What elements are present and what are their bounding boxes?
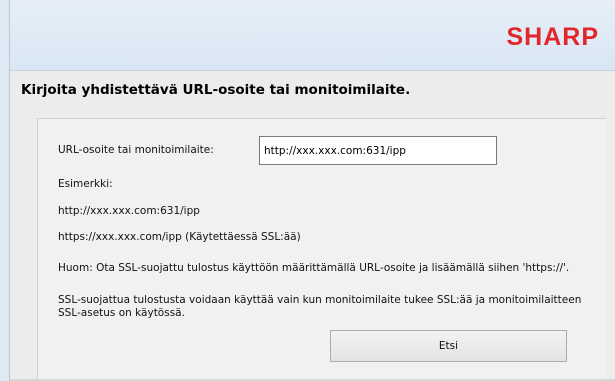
url-label: URL-osoite tai monitoimilaite: [58,144,214,156]
sharp-logo: SHARP [506,23,599,51]
url-input[interactable] [259,136,497,165]
example-url-2: https://xxx.xxx.com/ipp (Käytettäessä SS… [58,231,301,243]
window-left-edge [0,0,9,381]
search-button[interactable]: Etsi [330,330,567,362]
ssl-info: SSL-suojattua tulostusta voidaan käyttää… [58,294,582,319]
dialog-header: SHARP [10,0,615,71]
page-title: Kirjoita yhdistettävä URL-osoite tai mon… [21,82,411,98]
ssl-note: Huom: Ota SSL-suojattu tulostus käyttöön… [58,262,570,274]
example-url-1: http://xxx.xxx.com:631/ipp [58,205,200,217]
example-title: Esimerkki: [58,178,113,190]
